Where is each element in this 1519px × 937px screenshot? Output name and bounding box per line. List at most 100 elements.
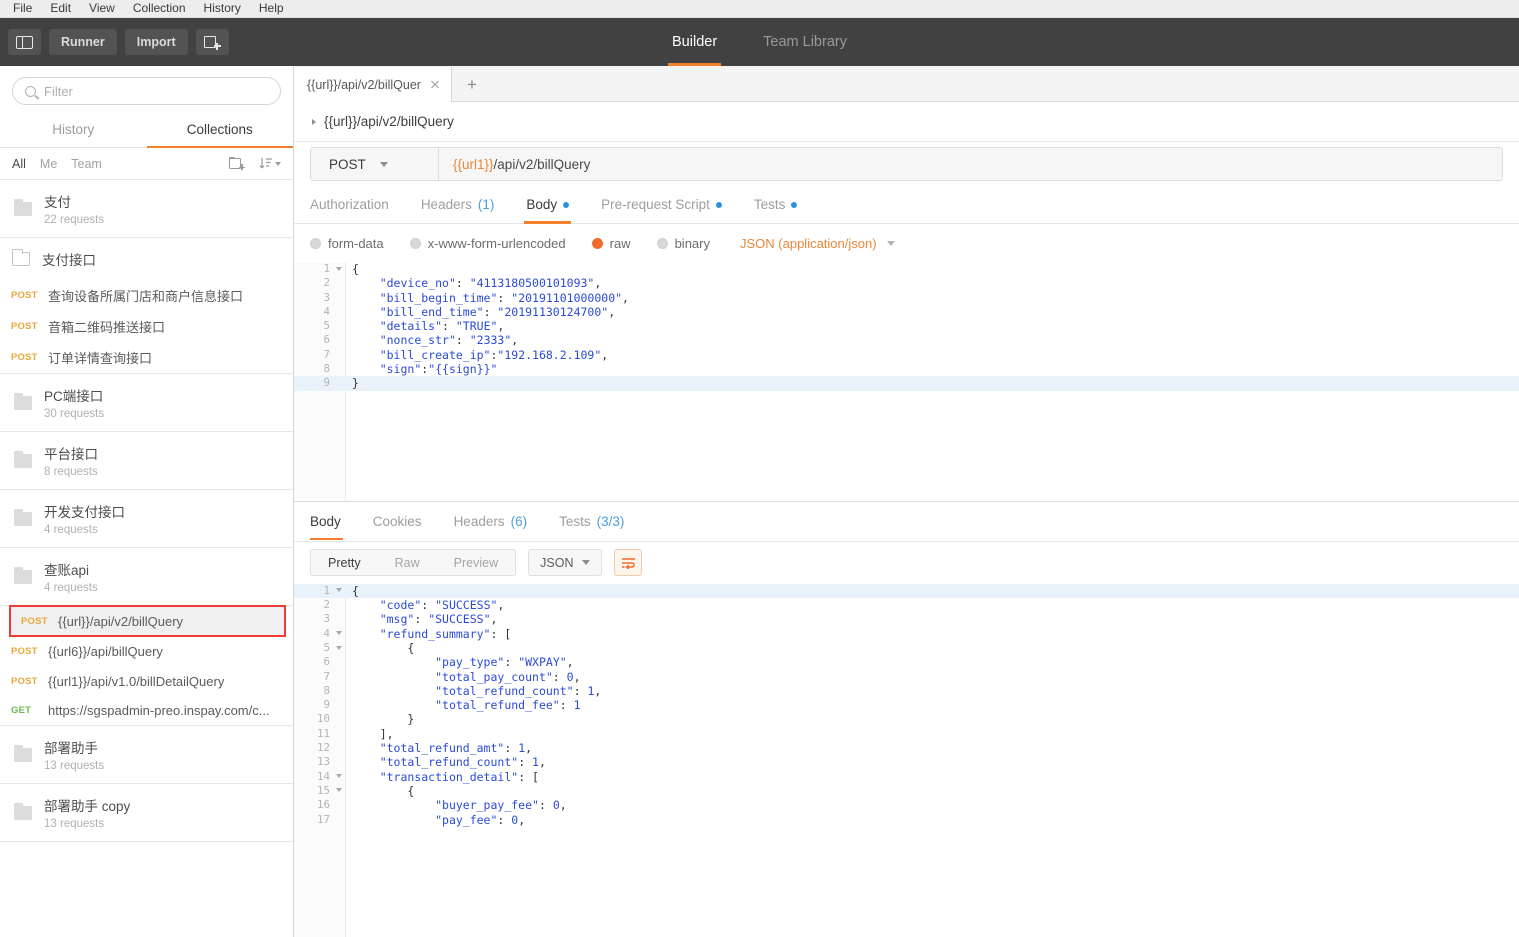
- response-code-line: 2 "code": "SUCCESS",: [294, 598, 1519, 612]
- chevron-right-icon[interactable]: [312, 119, 316, 125]
- body-type-form-data[interactable]: form-data: [310, 236, 384, 251]
- response-code-line: 14 "transaction_detail": [: [294, 770, 1519, 784]
- line-number: 1: [294, 584, 346, 598]
- code-text: "total_refund_amt": 1,: [346, 741, 532, 755]
- fold-arrow-icon[interactable]: [336, 267, 342, 271]
- postman-app: FileEditViewCollectionHistoryHelp Runner…: [0, 0, 1519, 937]
- request-name: 订单详情查询接口: [48, 348, 152, 367]
- menu-item-view[interactable]: View: [80, 0, 124, 17]
- collections-tree[interactable]: 支付22 requests支付接口POST查询设备所属门店和商户信息接口POST…: [0, 180, 293, 937]
- code-text: {: [346, 262, 359, 276]
- code-text: {: [346, 641, 414, 655]
- filter-box[interactable]: [12, 77, 281, 105]
- search-input[interactable]: [44, 84, 268, 99]
- code-text: "total_refund_count": 1,: [346, 755, 546, 769]
- tab-authorization[interactable]: Authorization: [310, 186, 405, 224]
- response-code-area[interactable]: 1{2 "code": "SUCCESS",3 "msg": "SUCCESS"…: [294, 584, 1519, 827]
- folder-row[interactable]: 支付接口: [0, 238, 293, 280]
- menu-item-file[interactable]: File: [4, 0, 41, 17]
- fold-arrow-icon[interactable]: [336, 631, 342, 635]
- body-type-binary[interactable]: binary: [657, 236, 710, 251]
- collection-row[interactable]: 查账api4 requests: [0, 548, 293, 606]
- radio-icon: [310, 238, 321, 249]
- content-type-label: JSON (application/json): [740, 236, 877, 251]
- collection-row[interactable]: 部署助手13 requests: [0, 726, 293, 784]
- collection-row[interactable]: 支付22 requests: [0, 180, 293, 238]
- sidebar-tab-collections[interactable]: Collections: [147, 113, 294, 147]
- header-tab-team-library[interactable]: Team Library: [759, 18, 851, 66]
- url-input[interactable]: {{url1}}/api/v2/billQuery: [439, 148, 1502, 180]
- runner-button[interactable]: Runner: [49, 29, 117, 55]
- view-mode-preview[interactable]: Preview: [437, 550, 515, 575]
- response-body-viewer[interactable]: 1{2 "code": "SUCCESS",3 "msg": "SUCCESS"…: [294, 584, 1519, 937]
- fold-arrow-icon[interactable]: [336, 788, 342, 792]
- response-format-selector[interactable]: JSON: [528, 549, 602, 576]
- app-header: Runner Import Builder Team Library: [0, 18, 1519, 66]
- tab-authorization-label: Authorization: [310, 197, 389, 212]
- view-mode-raw[interactable]: Raw: [378, 550, 437, 575]
- import-button[interactable]: Import: [125, 29, 188, 55]
- request-item[interactable]: POST{{url1}}/api/v1.0/billDetailQuery: [0, 666, 293, 696]
- request-tab[interactable]: {{url}}/api/v2/billQuer: [294, 67, 452, 102]
- request-code-area[interactable]: 1{2 "device_no": "4113180500101093",3 "b…: [294, 262, 1519, 391]
- body-type-raw[interactable]: raw: [592, 236, 631, 251]
- code-text: "details": "TRUE",: [346, 319, 504, 333]
- fold-arrow-icon[interactable]: [336, 646, 342, 650]
- response-tab-tests[interactable]: Tests (3/3): [543, 502, 640, 540]
- menu-item-collection[interactable]: Collection: [124, 0, 195, 17]
- collection-row[interactable]: 部署助手 copy13 requests: [0, 784, 293, 842]
- fold-arrow-icon[interactable]: [336, 774, 342, 778]
- request-item[interactable]: POST音箱二维码推送接口: [0, 311, 293, 342]
- filter-me[interactable]: Me: [40, 157, 57, 171]
- body-type-form-data-label: form-data: [328, 236, 384, 251]
- collection-row[interactable]: PC端接口30 requests: [0, 374, 293, 432]
- menu-item-edit[interactable]: Edit: [41, 0, 80, 17]
- sidebar: History Collections All Me Team: [0, 66, 294, 937]
- fold-arrow-icon[interactable]: [336, 588, 342, 592]
- menu-item-help[interactable]: Help: [250, 0, 293, 17]
- request-item[interactable]: POST{{url6}}/api/billQuery: [0, 636, 293, 666]
- close-icon[interactable]: [430, 80, 440, 90]
- request-item[interactable]: POST查询设备所属门店和商户信息接口: [0, 280, 293, 311]
- view-mode-pretty[interactable]: Pretty: [311, 550, 378, 575]
- new-folder-icon[interactable]: [229, 157, 245, 170]
- collection-row[interactable]: 开发支付接口4 requests: [0, 490, 293, 548]
- code-text: "total_pay_count": 0,: [346, 670, 581, 684]
- body-type-urlencoded[interactable]: x-www-form-urlencoded: [410, 236, 566, 251]
- response-view-mode-group: Pretty Raw Preview: [310, 549, 516, 576]
- menu-item-history[interactable]: History: [195, 0, 250, 17]
- method-selector[interactable]: POST: [311, 148, 439, 180]
- response-tab-body[interactable]: Body: [310, 502, 357, 540]
- new-window-button[interactable]: [196, 29, 229, 55]
- response-toolbar: Pretty Raw Preview JSON: [294, 542, 1519, 584]
- request-item[interactable]: GEThttps://sgspadmin-preo.inspay.com/c..…: [0, 696, 293, 726]
- response-tab-headers[interactable]: Headers (6): [438, 502, 544, 540]
- filter-all[interactable]: All: [12, 157, 26, 171]
- filter-team[interactable]: Team: [71, 157, 102, 171]
- folder-solid-icon: [14, 806, 32, 820]
- request-code-line: 5 "details": "TRUE",: [294, 319, 1519, 333]
- sidebar-tab-history[interactable]: History: [0, 113, 147, 147]
- add-tab-button[interactable]: +: [452, 67, 492, 102]
- collection-request-count: 22 requests: [44, 214, 104, 226]
- request-name: {{url1}}/api/v1.0/billDetailQuery: [48, 674, 224, 689]
- tab-headers[interactable]: Headers (1): [405, 186, 511, 224]
- word-wrap-icon[interactable]: [614, 549, 642, 576]
- sort-icon[interactable]: [259, 157, 281, 170]
- line-number: 8: [294, 362, 346, 376]
- code-text: }: [346, 376, 359, 390]
- response-code-line: 12 "total_refund_amt": 1,: [294, 741, 1519, 755]
- header-tab-builder[interactable]: Builder: [668, 18, 721, 66]
- request-item[interactable]: POST订单详情查询接口: [0, 342, 293, 374]
- tab-tests[interactable]: Tests: [738, 186, 814, 224]
- request-item[interactable]: POST{{url}}/api/v2/billQuery: [10, 606, 285, 636]
- sidebar-toggle-button[interactable]: [8, 29, 41, 55]
- tab-pre-request-script[interactable]: Pre-request Script: [585, 186, 738, 224]
- folder-outline-icon: [12, 252, 30, 266]
- response-tab-cookies[interactable]: Cookies: [357, 502, 438, 540]
- response-code-line: 16 "buyer_pay_fee": 0,: [294, 798, 1519, 812]
- content-type-selector[interactable]: JSON (application/json): [740, 236, 895, 251]
- collection-row[interactable]: 平台接口8 requests: [0, 432, 293, 490]
- tab-body[interactable]: Body: [510, 186, 585, 224]
- request-body-editor[interactable]: 1{2 "device_no": "4113180500101093",3 "b…: [294, 262, 1519, 502]
